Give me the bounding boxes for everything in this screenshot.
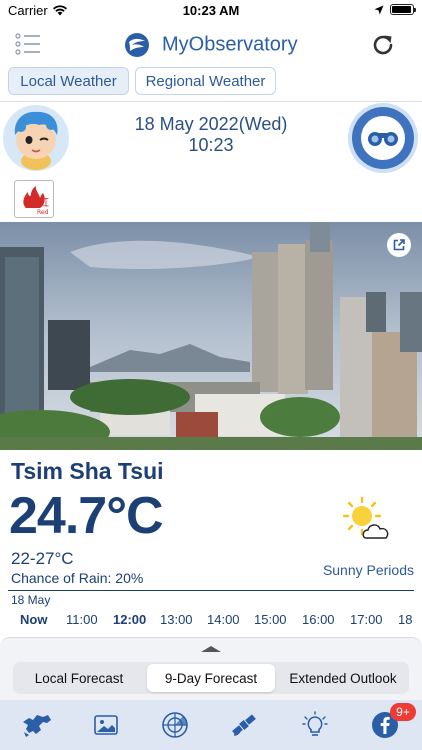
bottom-tab-bar (0, 700, 422, 750)
share-external-icon (393, 239, 405, 251)
lightbulb-icon (302, 711, 328, 736)
sunny-periods-icon (342, 496, 389, 539)
hourly-date: 18 May (11, 593, 51, 607)
weather-condition: Sunny Periods (322, 562, 414, 578)
warning-en-label: Red (37, 209, 49, 216)
hk-map-icon (23, 715, 51, 737)
my-weather-observation-button[interactable] (348, 103, 418, 173)
nav-bar: MyObservatory (0, 22, 422, 66)
tab-local-weather[interactable]: Local Weather (8, 67, 129, 95)
location-arrow-icon (374, 5, 384, 14)
app-title-text: MyObservatory (161, 33, 298, 56)
date-header: 18 May 2022(Wed) 10:23 (0, 103, 422, 173)
tab-tips[interactable] (299, 710, 331, 740)
current-temperature: 24.7°C (9, 487, 164, 545)
red-fire-danger-icon: 紅 Red (23, 186, 49, 216)
hour-item[interactable]: 17:00 (350, 612, 383, 627)
hour-item[interactable]: 11:00 (66, 612, 98, 627)
chevron-up-icon[interactable] (199, 644, 223, 654)
tab-satellite[interactable] (228, 710, 260, 740)
hour-item[interactable]: 12:00 (113, 612, 146, 627)
photo-icon (94, 715, 118, 735)
webcam-photo[interactable] (0, 222, 422, 450)
binoculars-icon (352, 107, 414, 169)
hour-item[interactable]: 16:00 (302, 612, 335, 627)
weather-scope-segment: Local Weather Regional Weather (0, 66, 422, 102)
status-bar: Carrier 10:23 AM (0, 0, 422, 22)
tab-extended-outlook[interactable]: Extended Outlook (279, 664, 407, 692)
red-fire-danger-warning[interactable]: 紅 Red (14, 180, 54, 218)
hourly-divider (8, 590, 414, 591)
refresh-icon[interactable] (370, 32, 396, 58)
warning-zh-label: 紅 (39, 197, 49, 209)
tab-regional-weather[interactable]: Regional Weather (135, 67, 276, 95)
status-time: 10:23 AM (182, 3, 240, 18)
hour-item[interactable]: 14:00 (207, 612, 240, 627)
hko-logo-icon (125, 33, 150, 57)
hour-now[interactable]: Now (20, 612, 47, 627)
temperature-range: 22-27°C (11, 549, 74, 568)
tab-hk-map[interactable] (21, 710, 53, 740)
tab-photos[interactable] (90, 710, 122, 740)
satellite-icon (232, 714, 256, 736)
facebook-notification-badge: 9+ (390, 703, 416, 721)
hour-item[interactable]: 18 (398, 612, 412, 627)
app-title: MyObservatory (0, 32, 422, 58)
tab-local-forecast[interactable]: Local Forecast (15, 664, 143, 692)
tab-9-day-forecast[interactable]: 9-Day Forecast (147, 664, 275, 692)
location-name[interactable]: Tsim Sha Tsui (11, 458, 164, 485)
hour-item[interactable]: 15:00 (254, 612, 287, 627)
city-skyline-image (0, 222, 422, 450)
share-button[interactable] (387, 233, 411, 257)
battery-icon (390, 4, 416, 15)
hour-item[interactable]: 13:00 (160, 612, 193, 627)
rain-chance: Chance of Rain: 20% (11, 570, 144, 586)
forecast-panel: Local Forecast 9-Day Forecast Extended O… (0, 637, 422, 700)
tab-radar[interactable] (159, 710, 191, 740)
radar-icon (162, 712, 188, 738)
forecast-segment: Local Forecast 9-Day Forecast Extended O… (13, 662, 409, 694)
hourly-strip[interactable]: Now 11:00 12:00 13:00 14:00 15:00 16:00 … (0, 612, 422, 630)
